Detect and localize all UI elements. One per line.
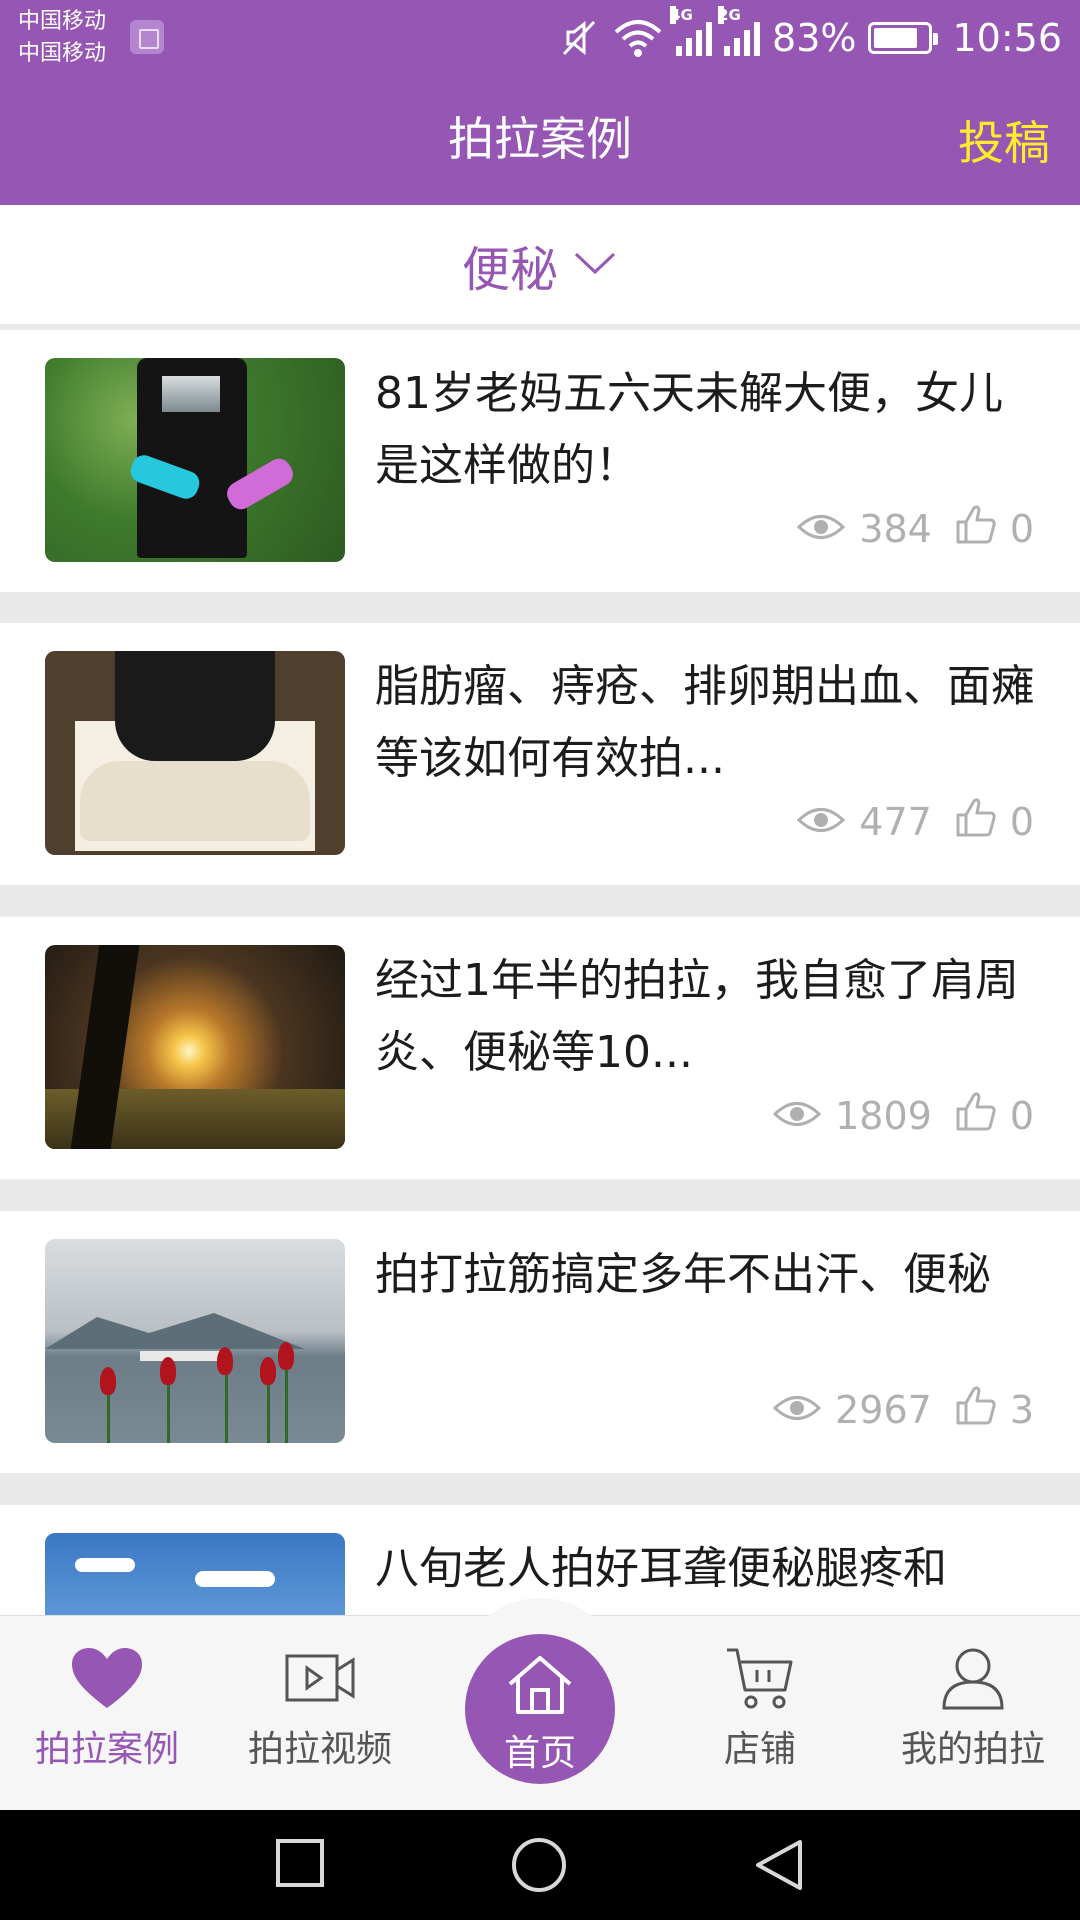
thumbs-up-icon[interactable] [954,502,998,555]
nav-videos-label: 拍拉视频 [247,1729,392,1770]
carrier-2: 中国移动 [18,41,107,66]
clock: 10:56 [952,16,1062,60]
user-icon [936,1648,1010,1714]
nav-mine-label: 我的拍拉 [900,1729,1045,1770]
chevron-down-icon[interactable] [572,248,618,282]
eye-icon [797,800,846,844]
like-count: 0 [1009,506,1034,551]
like-count: 0 [1009,799,1034,844]
article-thumbnail[interactable] [45,1533,345,1615]
like-count: 0 [1009,1093,1034,1138]
nav-home[interactable]: 首页 [465,1634,615,1784]
article-title[interactable]: 八旬老人拍好耳聋便秘腿疼和 [375,1533,1045,1605]
nav-mine[interactable]: 我的拍拉 [873,1646,1073,1772]
article-card[interactable]: 拍打拉筋搞定多年不出汗、便秘 2967 3 [0,1211,1080,1473]
article-stats: 477 0 [797,795,1034,848]
article-stats: 384 0 [797,502,1034,555]
shopping-cart-icon [723,1648,797,1714]
view-count: 477 [859,799,932,844]
thumbs-up-icon[interactable] [954,1089,998,1142]
nav-videos[interactable]: 拍拉视频 [220,1646,420,1772]
system-nav-bar [0,1810,1080,1920]
article-thumbnail[interactable] [45,1239,345,1443]
article-thumbnail[interactable] [45,945,345,1149]
network-type-2: 2G [718,6,741,24]
nav-shop[interactable]: 店铺 [660,1646,860,1772]
eye-icon [772,1094,822,1138]
recent-apps-icon[interactable] [275,1838,325,1892]
home-circle-icon[interactable] [510,1836,568,1898]
view-count: 1809 [835,1093,932,1138]
carrier-1: 中国移动 [18,9,107,34]
thumbs-up-icon[interactable] [954,1383,998,1436]
article-title[interactable]: 拍打拉筋搞定多年不出汗、便秘 [375,1239,1045,1311]
article-thumbnail[interactable] [45,651,345,855]
network-type-1: 4G [670,6,693,24]
carrier-info: 中国移动 中国移动 [18,6,106,70]
status-bar: 中国移动 中国移动 4G 2G 83% 10:56 [0,0,1080,75]
gallery-notification-icon [130,20,164,54]
page-title: 拍拉案例 [448,112,632,166]
nav-cases-label: 拍拉案例 [34,1729,179,1770]
back-icon[interactable] [752,1838,806,1896]
article-card[interactable]: 脂肪瘤、痔疮、排卵期出血、面瘫等该如何有效拍... 477 0 [0,623,1080,885]
app-header: 拍拉案例 投稿 [0,75,1080,205]
like-count: 3 [1009,1387,1034,1432]
signal-icon-1: 4G [670,6,713,56]
video-camera-icon [283,1654,357,1714]
bottom-nav: 拍拉案例 拍拉视频 首页 店铺 我的拍拉 [0,1598,1080,1810]
article-title[interactable]: 经过1年半的拍拉，我自愈了肩周炎、便秘等10... [375,945,1045,1089]
category-filter[interactable]: 便秘 [0,205,1080,327]
filter-selected[interactable]: 便秘 [462,230,558,300]
nav-shop-label: 店铺 [723,1729,796,1770]
thumbs-up-icon[interactable] [954,795,998,848]
battery-icon [868,22,939,54]
wifi-icon [612,18,664,58]
battery-percent: 83% [772,16,857,60]
article-title[interactable]: 81岁老妈五六天未解大便，女儿是这样做的！ [375,358,1045,502]
home-icon [465,1652,615,1720]
article-card[interactable]: 81岁老妈五六天未解大便，女儿是这样做的！ 384 0 [0,330,1080,592]
article-stats: 1809 0 [772,1089,1034,1142]
article-title[interactable]: 脂肪瘤、痔疮、排卵期出血、面瘫等该如何有效拍... [375,651,1045,795]
article-stats: 2967 3 [772,1383,1034,1436]
article-card[interactable]: 经过1年半的拍拉，我自愈了肩周炎、便秘等10... 1809 0 [0,917,1080,1179]
submit-button[interactable]: 投稿 [958,107,1050,173]
eye-icon [772,1388,822,1432]
heart-icon [70,1648,144,1714]
mute-icon [560,18,600,58]
article-list[interactable]: 81岁老妈五六天未解大便，女儿是这样做的！ 384 0 脂肪瘤、痔疮、排卵期出血… [0,330,1080,1615]
status-icons: 4G 2G 83% 10:56 [560,6,1062,64]
signal-icon-2: 2G [718,6,761,56]
view-count: 2967 [835,1387,932,1432]
nav-cases[interactable]: 拍拉案例 [7,1646,207,1772]
nav-home-label: 首页 [503,1733,576,1774]
eye-icon [797,507,846,551]
article-thumbnail[interactable] [45,358,345,562]
view-count: 384 [859,506,932,551]
